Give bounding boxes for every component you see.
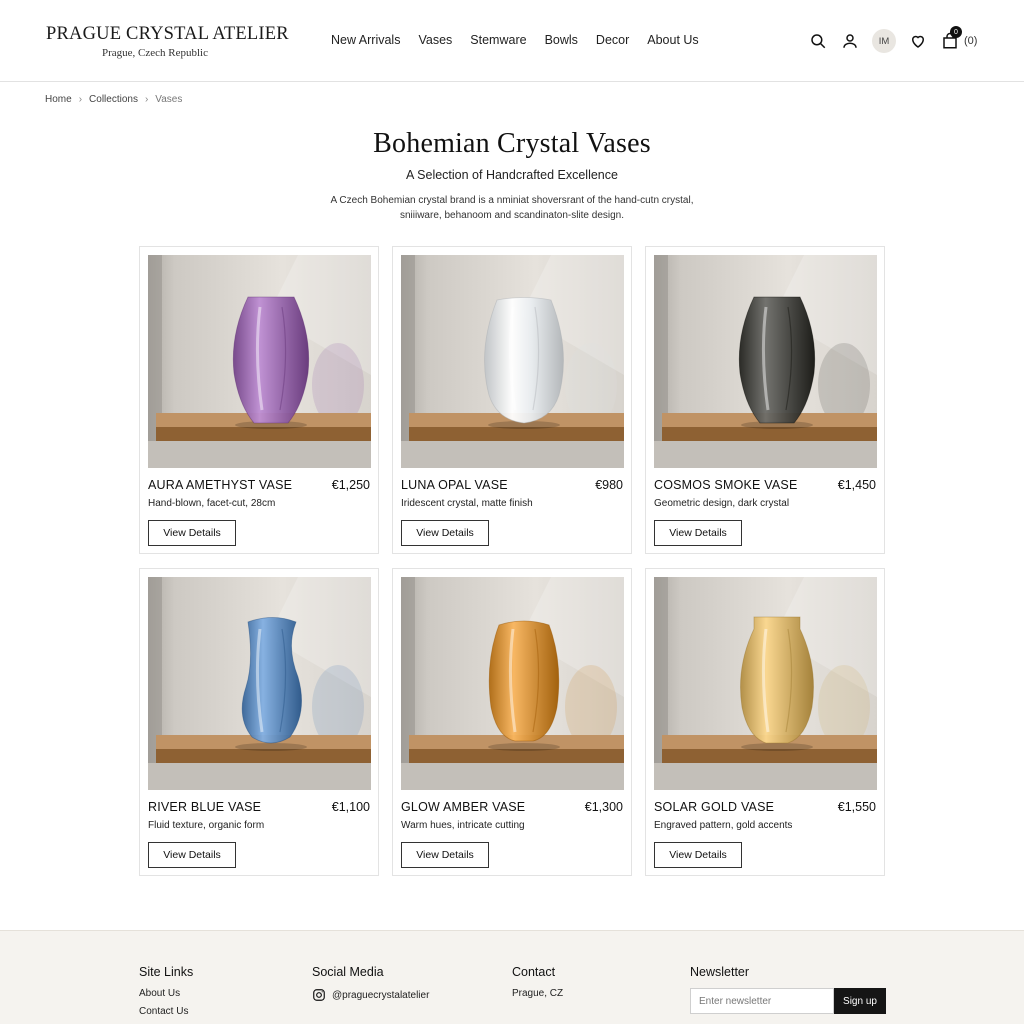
view-details-button[interactable]: View Details bbox=[401, 520, 489, 546]
header-actions: IM 0 (0) bbox=[808, 26, 978, 54]
product-name[interactable]: SOLAR GOLD VASE bbox=[654, 800, 774, 814]
site-footer: Site Links About Us Contact Us Social Me… bbox=[0, 930, 1024, 1024]
product-image[interactable] bbox=[654, 255, 877, 468]
product-description: Hand-blown, facet-cut, 28cm bbox=[148, 498, 276, 509]
product-grid: AURA AMETHYST VASE €1,250 Hand-blown, fa… bbox=[139, 246, 885, 876]
product-description: Fluid texture, organic form bbox=[148, 820, 265, 831]
product-card: COSMOS SMOKE VASE €1,450 Geometric desig… bbox=[645, 246, 885, 554]
product-description: Iridescent crystal, matte finish bbox=[401, 498, 533, 509]
product-price: €1,550 bbox=[837, 800, 876, 814]
product-name[interactable]: AURA AMETHYST VASE bbox=[148, 478, 292, 492]
chevron-right-icon: › bbox=[78, 94, 83, 105]
view-details-button[interactable]: View Details bbox=[401, 842, 489, 868]
breadcrumb-home[interactable]: Home bbox=[45, 94, 72, 105]
product-price: €980 bbox=[595, 478, 623, 492]
cart-count: (0) bbox=[964, 35, 978, 47]
view-details-button[interactable]: View Details bbox=[654, 520, 742, 546]
page-hero: Bohemian Crystal Vases A Selection of Ha… bbox=[0, 128, 1024, 223]
product-image[interactable] bbox=[148, 255, 371, 468]
chevron-right-icon: › bbox=[144, 94, 149, 105]
product-description: Geometric design, dark crystal bbox=[654, 498, 790, 509]
product-name[interactable]: RIVER BLUE VASE bbox=[148, 800, 261, 814]
newsletter-input[interactable] bbox=[690, 988, 834, 1014]
logo-subtitle: Prague, Czech Republic bbox=[102, 47, 208, 59]
footer-link-about[interactable]: About Us bbox=[139, 988, 193, 999]
footer-site-links: Site Links About Us Contact Us bbox=[139, 965, 193, 1024]
product-card: AURA AMETHYST VASE €1,250 Hand-blown, fa… bbox=[139, 246, 379, 554]
product-price: €1,450 bbox=[837, 478, 876, 492]
site-header: PRAGUE CRYSTAL ATELIER Prague, Czech Rep… bbox=[0, 0, 1024, 82]
product-price: €1,250 bbox=[331, 478, 370, 492]
page-description: A Czech Bohemian crystal brand is a nmin… bbox=[330, 195, 694, 221]
newsletter-form: Sign up bbox=[690, 988, 886, 1014]
instagram-link[interactable]: @praguecrystalatelier bbox=[312, 988, 429, 1002]
page-title: Bohemian Crystal Vases bbox=[373, 128, 651, 159]
nav-bowls[interactable]: Bowls bbox=[545, 33, 578, 47]
product-name[interactable]: COSMOS SMOKE VASE bbox=[654, 478, 797, 492]
signup-button[interactable]: Sign up bbox=[834, 988, 886, 1014]
product-name[interactable]: LUNA OPAL VASE bbox=[401, 478, 508, 492]
product-card: SOLAR GOLD VASE €1,550 Engraved pattern,… bbox=[645, 568, 885, 876]
cart-button[interactable]: 0 (0) bbox=[940, 26, 978, 51]
footer-social: Social Media @praguecrystalatelier bbox=[312, 965, 429, 1002]
view-details-button[interactable]: View Details bbox=[654, 842, 742, 868]
breadcrumb-collections[interactable]: Collections bbox=[89, 94, 138, 105]
search-icon[interactable] bbox=[808, 31, 828, 51]
product-description: Warm hues, intricate cutting bbox=[401, 820, 525, 831]
footer-contact: Contact Prague, CZ bbox=[512, 965, 563, 1006]
nav-new-arrivals[interactable]: New Arrivals bbox=[331, 33, 400, 47]
nav-decor[interactable]: Decor bbox=[596, 33, 629, 47]
product-image[interactable] bbox=[654, 577, 877, 790]
product-image[interactable] bbox=[401, 577, 624, 790]
footer-newsletter: Newsletter Sign up bbox=[690, 965, 886, 1014]
user-icon[interactable] bbox=[840, 31, 860, 51]
product-description: Engraved pattern, gold accents bbox=[654, 820, 793, 831]
product-card: GLOW AMBER VASE €1,300 Warm hues, intric… bbox=[392, 568, 632, 876]
product-price: €1,300 bbox=[584, 800, 623, 814]
product-card: LUNA OPAL VASE €980 Iridescent crystal, … bbox=[392, 246, 632, 554]
footer-heading: Social Media bbox=[312, 965, 384, 979]
main-nav: New Arrivals Vases Stemware Bowls Decor … bbox=[331, 33, 699, 47]
instagram-icon bbox=[313, 989, 325, 1001]
product-image[interactable] bbox=[401, 255, 624, 468]
breadcrumb: Home › Collections › Vases bbox=[45, 94, 182, 105]
contact-location: Prague, CZ bbox=[512, 988, 564, 999]
logo[interactable]: PRAGUE CRYSTAL ATELIER Prague, Czech Rep… bbox=[46, 24, 289, 59]
footer-heading: Contact bbox=[512, 965, 556, 979]
footer-link-contact[interactable]: Contact Us bbox=[139, 1006, 193, 1017]
nav-stemware[interactable]: Stemware bbox=[470, 33, 526, 47]
instagram-handle: @praguecrystalatelier bbox=[332, 989, 430, 1001]
heart-icon[interactable] bbox=[908, 31, 928, 51]
nav-vases[interactable]: Vases bbox=[418, 33, 452, 47]
breadcrumb-current: Vases bbox=[155, 94, 183, 105]
product-card: RIVER BLUE VASE €1,100 Fluid texture, or… bbox=[139, 568, 379, 876]
product-price: €1,100 bbox=[331, 800, 370, 814]
footer-heading: Site Links bbox=[139, 965, 194, 979]
product-image[interactable] bbox=[148, 577, 371, 790]
footer-heading: Newsletter bbox=[690, 965, 750, 979]
product-name[interactable]: GLOW AMBER VASE bbox=[401, 800, 525, 814]
avatar[interactable]: IM bbox=[872, 29, 896, 53]
nav-about-us[interactable]: About Us bbox=[647, 33, 698, 47]
cart-badge: 0 bbox=[950, 26, 962, 38]
logo-title: PRAGUE CRYSTAL ATELIER bbox=[46, 24, 289, 44]
view-details-button[interactable]: View Details bbox=[148, 842, 236, 868]
view-details-button[interactable]: View Details bbox=[148, 520, 236, 546]
page-subtitle: A Selection of Handcrafted Excellence bbox=[406, 168, 618, 182]
